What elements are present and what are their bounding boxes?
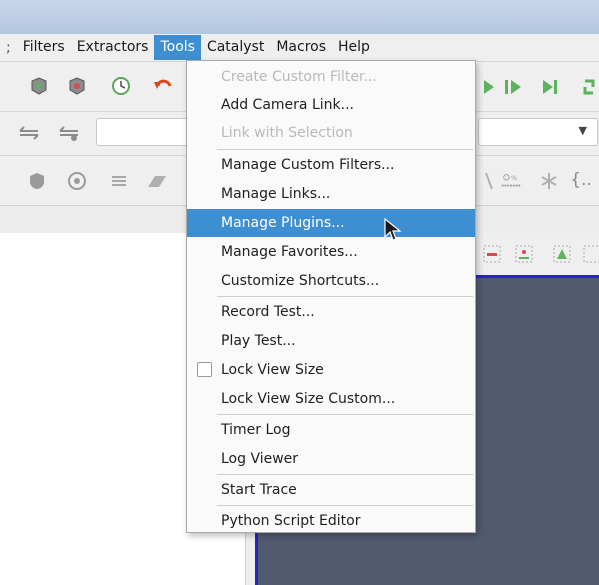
last-frame-icon[interactable]	[540, 76, 562, 98]
menu-macros[interactable]: Macros	[270, 35, 332, 60]
menu-separator	[217, 505, 473, 506]
menu-item-add-camera-link[interactable]: Add Camera Link...	[187, 91, 475, 119]
glyph-filter-icon[interactable]	[478, 170, 500, 192]
unlink-camera-icon[interactable]	[58, 122, 80, 144]
menu-item-play-test[interactable]: Play Test...	[187, 327, 475, 355]
menu-filters[interactable]: Filters	[17, 35, 71, 60]
sphere-filter-icon[interactable]	[66, 170, 88, 192]
slice-filter-icon[interactable]	[146, 170, 168, 192]
lock-view-size-label: Lock View Size	[221, 362, 324, 378]
menu-item-python-script-editor[interactable]: Python Script Editor	[187, 507, 475, 535]
representation-combo-left[interactable]	[96, 118, 188, 146]
menu-tools[interactable]: Tools	[154, 35, 201, 60]
svg-text:%: %	[511, 174, 517, 182]
menu-item-manage-plugins[interactable]: Manage Plugins...	[187, 209, 475, 237]
menu-separator	[217, 149, 473, 150]
menu-extractors[interactable]: Extractors	[71, 35, 155, 60]
asterisk-filter-icon[interactable]	[538, 170, 560, 192]
contour-filter-icon[interactable]	[108, 170, 130, 192]
menu-item-record-test[interactable]: Record Test...	[187, 298, 475, 326]
chevron-down-icon: ▼	[578, 124, 587, 137]
menu-help[interactable]: Help	[332, 35, 376, 60]
lock-view-size-checkbox[interactable]	[197, 362, 212, 377]
threshold-filter-icon[interactable]: %	[500, 170, 522, 192]
menu-item-create-custom-filter[interactable]: Create Custom Filter...	[187, 63, 475, 91]
select-points-icon[interactable]	[513, 243, 535, 265]
menu-item-start-trace[interactable]: Start Trace	[187, 476, 475, 504]
select-block-icon[interactable]	[581, 243, 599, 265]
next-frame-icon[interactable]	[503, 76, 525, 98]
menu-item-lock-view-size-custom[interactable]: Lock View Size Custom...	[187, 385, 475, 413]
clock-icon[interactable]	[110, 75, 132, 97]
menu-item-lock-view-size[interactable]: Lock View Size	[187, 356, 475, 384]
menubar: ; Filters Extractors Tools Catalyst Macr…	[0, 34, 599, 61]
loop-icon[interactable]	[578, 76, 599, 98]
menubar-truncated-glyph: ;	[6, 39, 11, 56]
link-camera-icon[interactable]	[18, 122, 40, 144]
menu-item-link-with-selection[interactable]: Link with Selection	[187, 119, 475, 147]
menu-item-manage-links[interactable]: Manage Links...	[187, 180, 475, 208]
play-icon[interactable]	[478, 76, 500, 98]
menu-item-log-viewer[interactable]: Log Viewer	[187, 445, 475, 473]
shield-filter-icon[interactable]	[26, 170, 48, 192]
menu-separator	[217, 414, 473, 415]
menu-separator	[217, 296, 473, 297]
menu-catalyst[interactable]: Catalyst	[201, 35, 270, 60]
select-cells-icon[interactable]	[551, 243, 573, 265]
settings-cube-icon[interactable]	[28, 75, 50, 97]
menu-separator	[217, 474, 473, 475]
representation-combo[interactable]: ▼	[478, 118, 598, 146]
menu-item-manage-favorites[interactable]: Manage Favorites...	[187, 238, 475, 266]
undo-icon[interactable]	[152, 75, 174, 97]
delete-selection-icon[interactable]	[481, 243, 503, 265]
cube-icon[interactable]	[66, 75, 88, 97]
menu-item-timer-log[interactable]: Timer Log	[187, 416, 475, 444]
more-filters-text[interactable]: {..	[570, 169, 592, 191]
menu-item-manage-custom-filters[interactable]: Manage Custom Filters...	[187, 151, 475, 179]
mouse-pointer-icon	[384, 217, 402, 241]
window-titlebar	[0, 0, 599, 34]
tools-menu-dropdown: Create Custom Filter... Add Camera Link.…	[186, 60, 476, 533]
menu-item-customize-shortcuts[interactable]: Customize Shortcuts...	[187, 267, 475, 295]
